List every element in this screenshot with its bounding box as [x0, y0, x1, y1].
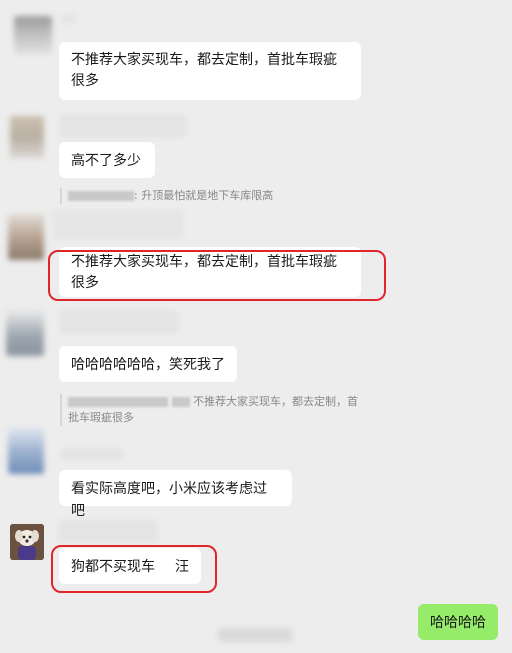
avatar[interactable]: [6, 310, 44, 356]
avatar[interactable]: [8, 428, 44, 474]
watermark: [218, 628, 292, 642]
quoted-text: : 升顶最怕就是地下车库限高: [134, 189, 274, 202]
sender-name: [62, 14, 76, 24]
message-text: 不推荐大家买现车，都去定制，首批车瑕疵很多: [71, 52, 337, 89]
sender-name: [60, 310, 178, 334]
sender-name: [52, 210, 184, 240]
message-bubble[interactable]: 高不了多少: [59, 142, 155, 178]
avatar[interactable]: [10, 116, 44, 158]
quoted-message: : 升顶最怕就是地下车库限高: [60, 188, 320, 204]
highlight-box: [48, 250, 386, 301]
quoted-sender-redacted: [68, 397, 168, 407]
quoted-message: 不推荐大家买现车，都去定制，首批车瑕疵很多: [60, 394, 360, 426]
dog-avatar[interactable]: [10, 524, 44, 560]
message-bubble[interactable]: 不推荐大家买现车，都去定制，首批车瑕疵很多: [59, 42, 361, 100]
sender-name: [60, 448, 124, 460]
message-bubble[interactable]: 哈哈哈哈哈哈，笑死我了: [59, 346, 237, 382]
message-text: 哈哈哈哈哈哈，笑死我了: [71, 357, 225, 373]
self-message-bubble[interactable]: 哈哈哈哈: [418, 604, 498, 640]
sender-name: [58, 520, 158, 542]
message-text: 哈哈哈哈: [430, 615, 486, 631]
quoted-sender-redacted: [171, 397, 190, 407]
avatar[interactable]: [8, 214, 44, 260]
dog-icon: [10, 524, 44, 560]
quoted-sender-redacted: [68, 191, 134, 201]
highlight-box: [51, 545, 217, 593]
avatar[interactable]: [14, 16, 52, 54]
message-bubble[interactable]: 看实际高度吧，小米应该考虑过吧: [59, 470, 292, 519]
message-text: 高不了多少: [71, 153, 141, 169]
sender-name: [60, 114, 186, 138]
message-text: 看实际高度吧，小米应该考虑过吧: [71, 481, 267, 519]
